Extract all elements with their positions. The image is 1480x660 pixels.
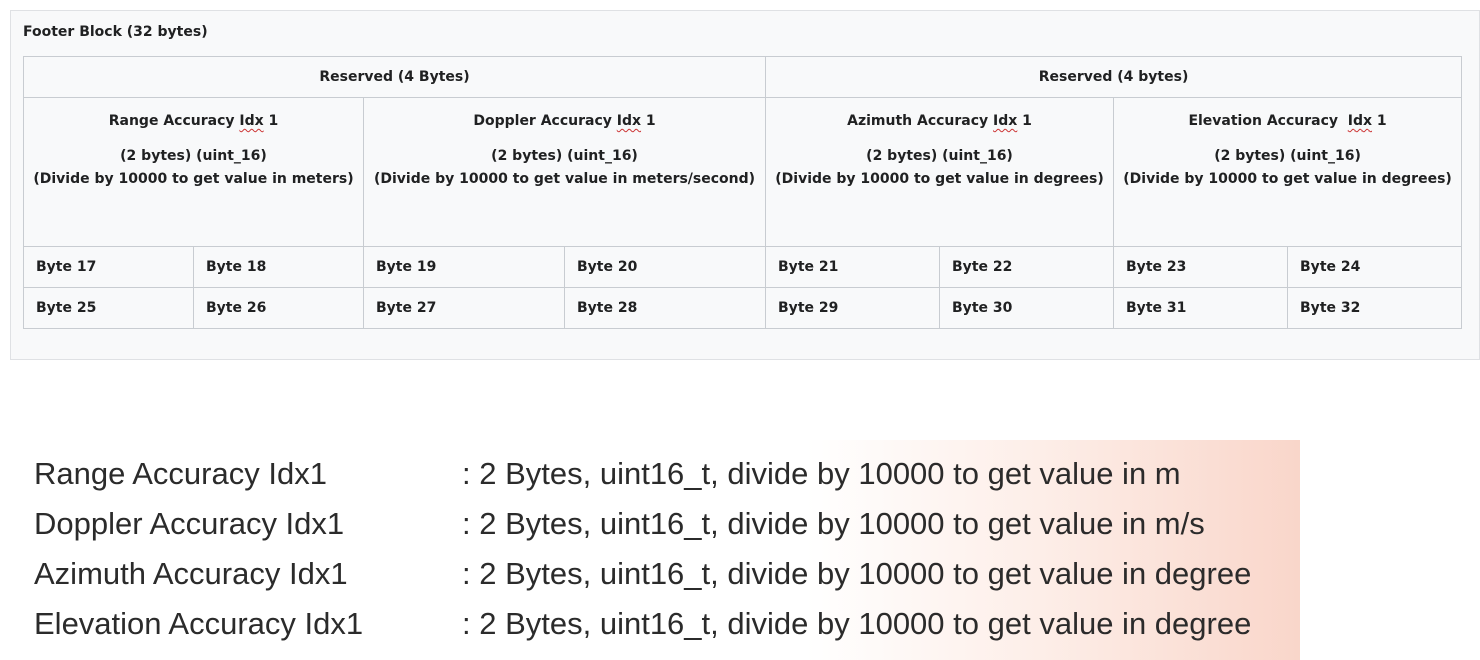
byte-cell: Byte 29 (765, 287, 941, 329)
byte-cell: Byte 24 (1287, 246, 1463, 288)
field-range-accuracy: Range Accuracy Idx 1 (2 bytes) (uint_16)… (23, 97, 364, 247)
spell-check-underline: Idx (993, 113, 1018, 129)
field-description-list: Range Accuracy Idx1 : 2 Bytes, uint16_t,… (0, 440, 1300, 660)
field-note: (Divide by 10000 to get value in degrees… (1123, 171, 1452, 187)
byte-row: Byte 17 Byte 18 Byte 19 Byte 20 Byte 21 … (23, 246, 1463, 288)
byte-cell: Byte 31 (1113, 287, 1289, 329)
byte-cell: Byte 23 (1113, 246, 1289, 288)
byte-row: Byte 25 Byte 26 Byte 27 Byte 28 Byte 29 … (23, 287, 1463, 329)
footer-block-title: Footer Block (32 bytes) (23, 24, 208, 40)
field-doppler-accuracy: Doppler Accuracy Idx 1 (2 bytes) (uint_1… (362, 97, 767, 247)
description-value: : 2 Bytes, uint16_t, divide by 10000 to … (462, 556, 1252, 591)
field-note: (Divide by 10000 to get value in meters) (33, 171, 354, 187)
description-value: : 2 Bytes, uint16_t, divide by 10000 to … (462, 506, 1205, 541)
spell-check-underline: Idx (616, 113, 642, 129)
field-note: (Divide by 10000 to get value in meters/… (373, 171, 756, 187)
byte-cell: Byte 25 (23, 287, 194, 329)
field-size: (2 bytes) (uint_16) (1214, 148, 1361, 164)
field-name: Elevation Accuracy Idx 1 (1188, 113, 1387, 129)
spell-check-underline: Idx (239, 113, 264, 129)
field-row: Range Accuracy Idx 1 (2 bytes) (uint_16)… (23, 97, 1463, 247)
field-elevation-accuracy: Elevation Accuracy Idx 1 (2 bytes) (uint… (1113, 97, 1463, 247)
description-name: Azimuth Accuracy Idx1 (34, 556, 348, 591)
byte-cell: Byte 21 (765, 246, 941, 288)
byte-cell: Byte 20 (563, 246, 767, 288)
byte-cell: Byte 18 (193, 246, 364, 288)
description-value: : 2 Bytes, uint16_t, divide by 10000 to … (462, 606, 1252, 641)
description-name: Doppler Accuracy Idx1 (34, 506, 345, 541)
byte-cell: Byte 26 (193, 287, 364, 329)
description-value: : 2 Bytes, uint16_t, divide by 10000 to … (462, 456, 1181, 491)
description-name: Elevation Accuracy Idx1 (34, 606, 364, 641)
field-size: (2 bytes) (uint_16) (491, 148, 638, 164)
field-name: Doppler Accuracy Idx 1 (473, 113, 656, 129)
byte-cell: Byte 30 (939, 287, 1115, 329)
byte-cell: Byte 32 (1287, 287, 1463, 329)
field-note: (Divide by 10000 to get value in degrees… (775, 171, 1104, 187)
field-name: Azimuth Accuracy Idx 1 (847, 113, 1032, 129)
byte-cell: Byte 17 (23, 246, 194, 288)
field-size: (2 bytes) (uint_16) (866, 148, 1013, 164)
byte-cell: Byte 27 (363, 287, 565, 329)
reserved-cell-2: Reserved (4 bytes) (765, 56, 1463, 98)
byte-cell: Byte 22 (939, 246, 1115, 288)
description-name: Range Accuracy Idx1 (34, 456, 327, 491)
reserved-row: Reserved (4 Bytes) Reserved (4 bytes) (22, 56, 1463, 98)
footer-block-table: Reserved (4 Bytes) Reserved (4 bytes) Ra… (22, 56, 1463, 329)
spell-check-underline: Idx (1347, 113, 1373, 129)
field-azimuth-accuracy: Azimuth Accuracy Idx 1 (2 bytes) (uint_1… (765, 97, 1115, 247)
byte-cell: Byte 28 (563, 287, 767, 329)
reserved-cell-1: Reserved (4 Bytes) (22, 56, 767, 98)
field-name: Range Accuracy Idx 1 (108, 113, 279, 129)
byte-cell: Byte 19 (363, 246, 565, 288)
footer-block-panel: Footer Block (32 bytes) Reserved (4 Byte… (10, 10, 1480, 360)
field-size: (2 bytes) (uint_16) (120, 148, 267, 164)
